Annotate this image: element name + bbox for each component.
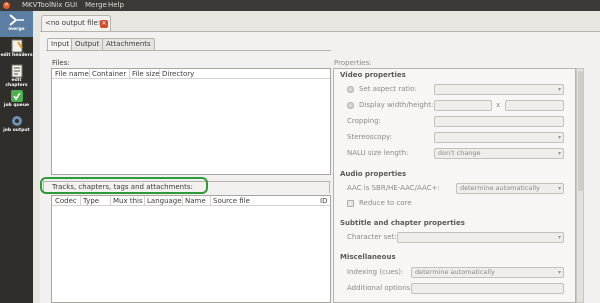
sidebar-item-label: job output	[3, 128, 30, 133]
video-properties-heading: Video properties	[340, 71, 406, 79]
display-height-field[interactable]	[505, 100, 564, 111]
column-header[interactable]: ID	[320, 197, 327, 205]
additional-options-label: Additional options:	[347, 284, 413, 292]
column-header[interactable]: Type	[83, 197, 99, 205]
reduce-to-core-checkbox[interactable]	[347, 200, 354, 207]
stereoscopy-label: Stereoscopy:	[347, 133, 393, 141]
sidebar-item-label: merge	[8, 27, 25, 32]
sbr-value: determine automatically	[460, 184, 540, 192]
sidebar-item-job-output[interactable]: job output	[0, 114, 33, 138]
window-close-icon[interactable]: ✕	[3, 2, 10, 9]
column-header[interactable]: File name	[55, 70, 89, 78]
set-aspect-ratio-label: Set aspect ratio:	[359, 85, 417, 93]
set-aspect-ratio-radio[interactable]	[347, 86, 354, 93]
indexing-label: Indexing (cues):	[347, 268, 404, 276]
x-label: x	[496, 101, 501, 109]
menu-merge[interactable]: Merge	[85, 1, 107, 9]
chevron-down-icon: ▾	[557, 234, 561, 241]
charset-label: Character set:	[347, 233, 397, 241]
sidebar-item-edit-chapters[interactable]: edit chapters	[0, 64, 33, 88]
sidebar-item-label: job queue	[3, 103, 30, 108]
tracks-list[interactable]: Codec Type Mux this Language Name Source…	[51, 195, 331, 303]
indexing-combo[interactable]: determine automatically ▾	[411, 267, 564, 278]
chevron-down-icon: ▾	[557, 86, 561, 93]
menubar: ✕ MKVToolNix GUI Merge Help	[0, 0, 600, 11]
display-width-field[interactable]	[434, 100, 492, 111]
sidebar-item-merge[interactable]: merge	[0, 11, 33, 37]
tab-attachments[interactable]: Attachments	[102, 38, 155, 50]
chevron-down-icon: ▾	[557, 134, 561, 141]
nalu-value: don't change	[438, 149, 481, 157]
nalu-label: NALU size length:	[347, 149, 409, 157]
job-queue-icon	[10, 90, 23, 102]
display-wh-radio[interactable]	[347, 102, 354, 109]
sidebar-item-label: edit chapters	[5, 78, 28, 88]
column-header[interactable]: Language	[147, 197, 182, 205]
files-list[interactable]: File name Container File size Directory	[51, 68, 331, 175]
indexing-value: determine automatically	[415, 268, 495, 276]
display-wh-label: Display width/height:	[359, 101, 434, 109]
misc-heading: Miscellaneous	[340, 253, 396, 261]
audio-properties-heading: Audio properties	[340, 170, 407, 178]
sbr-label: AAC is SBR/HE-AAC/AAC+:	[347, 184, 440, 192]
gear-icon	[11, 116, 22, 126]
column-header[interactable]: Name	[185, 197, 206, 205]
chevron-down-icon: ▾	[557, 185, 561, 192]
sidebar-item-edit-headers[interactable]: edit headers	[0, 39, 33, 63]
sidebar-item-label: edit headers	[0, 53, 33, 58]
properties-label: Properties:	[334, 59, 372, 67]
subtitle-properties-heading: Subtitle and chapter properties	[340, 219, 465, 227]
aspect-ratio-combo[interactable]: ▾	[434, 84, 564, 95]
menu-help[interactable]: Help	[108, 1, 124, 9]
column-header[interactable]: Directory	[162, 70, 194, 78]
column-header[interactable]: Codec	[55, 197, 77, 205]
nalu-combo[interactable]: don't change ▾	[434, 148, 564, 159]
properties-scrollbar[interactable]	[576, 68, 584, 303]
column-header[interactable]: Mux this	[113, 197, 143, 205]
tab-label: <no output file>	[45, 19, 104, 27]
additional-options-field[interactable]	[411, 283, 564, 294]
chevron-down-icon: ▾	[557, 269, 561, 276]
stereoscopy-combo[interactable]: ▾	[434, 132, 564, 143]
column-header[interactable]: File size	[132, 70, 160, 78]
cropping-label: Cropping:	[347, 117, 381, 125]
sbr-combo[interactable]: determine automatically ▾	[456, 183, 564, 194]
sidebar: merge edit headers edit chapters job que…	[0, 11, 33, 303]
charset-combo[interactable]: ▾	[397, 232, 564, 243]
cropping-field[interactable]	[434, 116, 564, 127]
scrollbar-thumb[interactable]	[578, 71, 583, 191]
highlight-annotation	[40, 177, 208, 194]
edit-chapters-icon	[11, 64, 22, 78]
tab-no-output-file[interactable]: <no output file> ✕	[41, 15, 111, 31]
chevron-down-icon: ▾	[557, 150, 561, 157]
reduce-to-core-label: Reduce to core	[359, 199, 412, 207]
column-header[interactable]: Source file	[213, 197, 250, 205]
app-title: MKVToolNix GUI	[22, 1, 78, 9]
edit-headers-icon	[11, 39, 23, 53]
merge-icon	[8, 14, 24, 26]
files-label: Files:	[52, 59, 70, 67]
column-header[interactable]: Container	[92, 70, 126, 78]
tab-output[interactable]: Output	[71, 38, 104, 50]
close-icon[interactable]: ✕	[100, 20, 108, 28]
sidebar-item-job-queue[interactable]: job queue	[0, 89, 33, 113]
